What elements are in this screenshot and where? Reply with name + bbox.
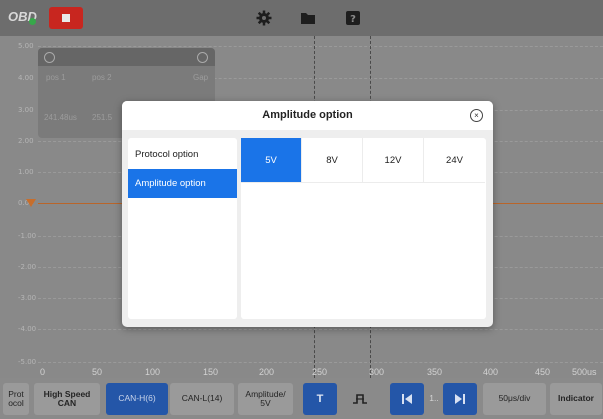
option-12v[interactable]: 12V xyxy=(363,138,424,183)
y-axis-label: 5.00 xyxy=(18,42,34,50)
folder-icon[interactable] xyxy=(300,10,316,26)
help-icon[interactable]: ? xyxy=(345,10,361,26)
x-axis-label: 400 xyxy=(483,367,499,377)
settings-gear-icon[interactable] xyxy=(256,10,272,26)
measure-col1-value: 241.48us xyxy=(44,113,77,122)
skip-back-icon xyxy=(402,394,412,404)
amplitude-options-panel: 5V 8V 12V 24V xyxy=(241,138,486,319)
y-axis-label: -3.00 xyxy=(18,294,37,302)
trigger-button[interactable]: T xyxy=(303,383,337,415)
y-axis-label: 3.00 xyxy=(18,106,34,114)
stop-button[interactable] xyxy=(49,7,83,29)
y-axis-label: 1.00 xyxy=(18,168,34,176)
page-indicator: 1.. xyxy=(429,393,439,404)
measure-col1-header: pos 1 xyxy=(46,73,66,82)
option-8v[interactable]: 8V xyxy=(302,138,363,183)
menu-item-amplitude-option[interactable]: Amplitude option xyxy=(128,169,237,198)
x-axis-label: 100 xyxy=(145,367,161,377)
x-axis-label: 50 xyxy=(92,367,103,377)
svg-text:?: ? xyxy=(350,14,356,25)
x-axis-label: 350 xyxy=(427,367,443,377)
x-axis-label: 300 xyxy=(369,367,385,377)
y-axis-label: -1.00 xyxy=(18,232,37,240)
stop-icon xyxy=(62,14,70,22)
x-axis-label: 500us xyxy=(572,367,597,377)
indicator-button[interactable]: Indicator xyxy=(550,383,602,415)
x-axis-label: 250 xyxy=(312,367,328,377)
amplitude-option-dialog: Amplitude option × Protocol option Ampli… xyxy=(122,101,493,327)
measure-col3-header: Gap xyxy=(193,73,209,82)
x-axis-label: 200 xyxy=(259,367,275,377)
y-axis-label: 2.00 xyxy=(18,137,34,145)
grid-line xyxy=(38,362,603,363)
option-24v[interactable]: 24V xyxy=(424,138,485,183)
measure-col2-value: 251.5 xyxy=(92,113,113,122)
x-axis-label: 150 xyxy=(203,367,219,377)
option-category-menu: Protocol option Amplitude option xyxy=(128,138,237,319)
y-axis-label: -2.00 xyxy=(18,263,37,271)
x-axis-label: 450 xyxy=(535,367,551,377)
timebase-button[interactable]: 50μs/div xyxy=(483,383,546,415)
measure-col2-header: pos 2 xyxy=(92,73,112,82)
grid-line xyxy=(38,46,603,47)
close-icon[interactable]: × xyxy=(470,109,483,122)
x-axis-label: 0 xyxy=(40,367,46,377)
can-h-channel-button[interactable]: CAN-H(6) xyxy=(106,383,168,415)
edge-trigger-icon[interactable] xyxy=(343,383,377,415)
next-page-button[interactable] xyxy=(443,383,477,415)
amplitude-button[interactable]: Amplitude/ 5V xyxy=(238,383,293,415)
protocol-button[interactable]: Prot ocol xyxy=(3,383,29,415)
dialog-title: Amplitude option xyxy=(122,101,493,130)
connection-status-icon xyxy=(29,18,36,25)
can-l-channel-button[interactable]: CAN-L(14) xyxy=(170,383,234,415)
measurement-panel-header xyxy=(38,48,215,66)
high-speed-can-button[interactable]: High Speed CAN xyxy=(34,383,100,415)
collapse-icon[interactable] xyxy=(44,52,55,63)
close-panel-icon[interactable] xyxy=(197,52,208,63)
option-5v[interactable]: 5V xyxy=(241,138,302,183)
y-axis-label: -5.00 xyxy=(18,358,37,366)
previous-page-button[interactable] xyxy=(390,383,424,415)
y-axis-label: -4.00 xyxy=(18,325,37,333)
menu-item-protocol-option[interactable]: Protocol option xyxy=(128,140,237,169)
skip-forward-icon xyxy=(455,394,465,404)
y-axis-label: 4.00 xyxy=(18,74,34,82)
trigger-marker-icon[interactable] xyxy=(26,199,36,207)
grid-line xyxy=(38,329,603,330)
